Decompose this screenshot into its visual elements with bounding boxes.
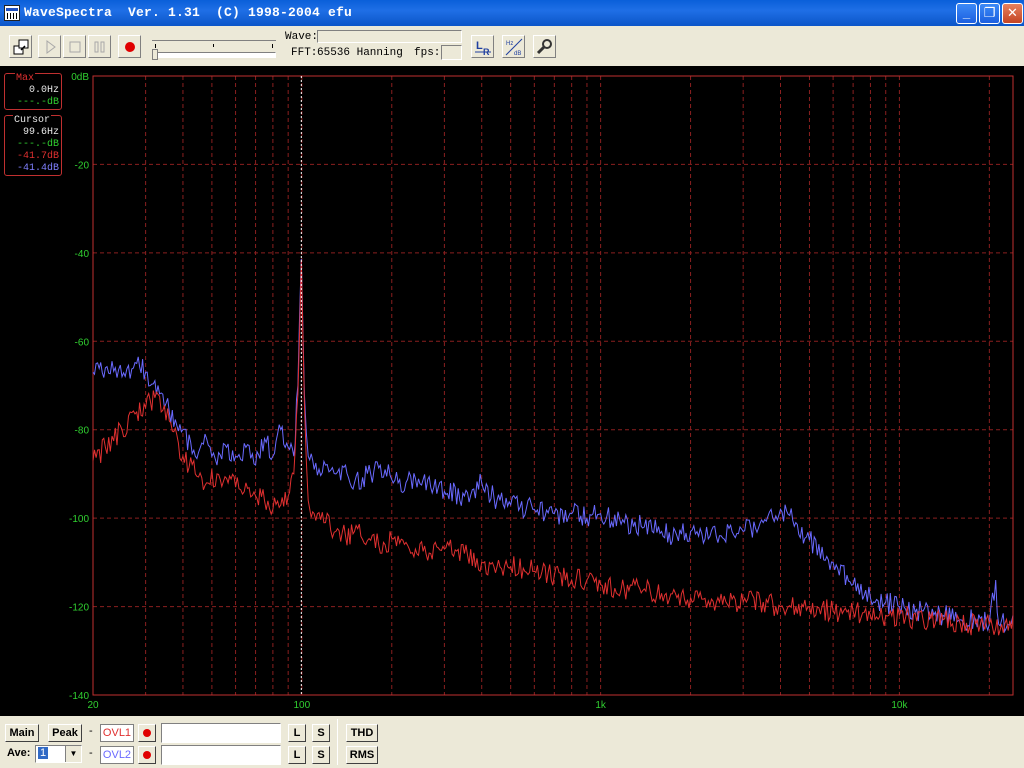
stop-button[interactable] — [63, 35, 86, 58]
slider-thumb[interactable] — [152, 49, 158, 60]
maximize-button[interactable]: ❐ — [979, 3, 1000, 24]
x-tick-label: 1k — [595, 700, 607, 711]
cursor-level-red: -41.7dB — [16, 151, 59, 162]
y-tick-label: -140 — [69, 691, 89, 702]
rms-button[interactable]: RMS — [346, 746, 378, 764]
l-button-1[interactable]: L — [288, 724, 306, 742]
cursor-level-green: ---.-dB — [16, 139, 59, 150]
y-tick-label: -100 — [69, 514, 89, 525]
thd-button[interactable]: THD — [346, 724, 378, 742]
svg-text:L: L — [476, 40, 483, 52]
toolbar: Wave: FFT: 65536 Hanning fps: L R Hz dB — [0, 26, 1024, 66]
max-readout: Max 0.0Hz ---.-dB — [4, 73, 62, 110]
ave-label: Ave: — [7, 747, 31, 759]
record-icon — [125, 42, 135, 52]
svg-text:Hz: Hz — [506, 41, 513, 47]
wave-field — [317, 30, 462, 43]
max-level: ---.-dB — [16, 97, 59, 108]
y-tick-label: -20 — [75, 160, 90, 171]
title-bar[interactable]: WaveSpectra Ver. 1.31 (C) 1998-2004 efu … — [0, 0, 1024, 26]
y-tick-label: -40 — [75, 249, 90, 260]
lr-channel-icon: L R — [475, 40, 491, 56]
minimize-button[interactable]: _ — [956, 3, 977, 24]
position-slider[interactable] — [152, 38, 276, 60]
close-button[interactable]: ✕ — [1002, 3, 1023, 24]
ch2-level-field[interactable] — [161, 745, 281, 765]
s-button-1[interactable]: S — [312, 724, 330, 742]
transfer-button[interactable] — [9, 35, 32, 58]
settings-wrench-icon — [536, 39, 552, 55]
series-line-2 — [92, 260, 1014, 636]
divider — [337, 719, 338, 765]
pause-icon — [94, 41, 105, 53]
max-freq: 0.0Hz — [28, 85, 59, 96]
hz-db-axis-button[interactable]: Hz dB — [502, 35, 525, 58]
record-button[interactable] — [118, 35, 141, 58]
y-tick-label: -120 — [69, 603, 89, 614]
fps-label: fps: — [414, 47, 441, 59]
s-button-2[interactable]: S — [312, 746, 330, 764]
peak-button[interactable]: Peak — [48, 724, 82, 742]
x-tick-label: 20 — [87, 700, 99, 711]
fft-value: 65536 Hanning — [317, 47, 403, 59]
hz-db-axis-icon: Hz dB — [505, 38, 523, 56]
fps-field — [441, 45, 462, 60]
record-ch1-button[interactable] — [138, 724, 156, 742]
transfer-icon — [13, 39, 29, 55]
record-ch2-button[interactable] — [138, 746, 156, 764]
lr-channel-button[interactable]: L R — [471, 35, 494, 58]
ave-select[interactable]: 1 ▼ — [35, 745, 82, 763]
y-tick-label: 0dB — [71, 72, 89, 83]
spectrum-chart[interactable]: 0dB -20 -40 -60 -80 -100 -120 -14020 100 1k 10k — [0, 66, 1024, 716]
dash-2: - — [89, 747, 93, 759]
ave-value: 1 — [38, 747, 49, 759]
window-title: WaveSpectra Ver. 1.31 (C) 1998-2004 efu — [24, 5, 353, 20]
cursor-freq: 99.6Hz — [22, 127, 59, 138]
play-icon — [46, 40, 56, 54]
dash-1: - — [89, 725, 93, 737]
cursor-title: Cursor — [13, 115, 52, 126]
max-title: Max — [15, 73, 36, 84]
bottom-panel: Main Peak - OVL1 L S THD RMS Ave: 1 ▼ - … — [0, 716, 1024, 768]
ovl2-indicator: OVL2 — [100, 746, 134, 764]
l-button-2[interactable]: L — [288, 746, 306, 764]
svg-text:dB: dB — [514, 51, 521, 56]
y-tick-label: -60 — [75, 337, 90, 348]
play-button[interactable] — [38, 35, 61, 58]
main-button[interactable]: Main — [5, 724, 39, 742]
x-tick-label: 100 — [293, 700, 310, 711]
spectrum-plot[interactable]: 0dB -20 -40 -60 -80 -100 -120 -140 20 100 1k 10k Ma… — [0, 66, 1024, 716]
fft-label: FFT: — [291, 47, 318, 59]
series-line-1 — [92, 258, 1014, 634]
x-tick-label: 10k — [891, 700, 908, 711]
settings-button[interactable] — [533, 35, 556, 58]
cursor-level-blue: -41.4dB — [16, 163, 59, 174]
y-tick-label: -80 — [75, 426, 90, 437]
cursor-readout: Cursor 99.6Hz ---.-dB -41.7dB -41.4dB — [4, 115, 62, 176]
app-icon[interactable] — [4, 5, 20, 21]
wave-label: Wave: — [285, 31, 319, 43]
chevron-down-icon[interactable]: ▼ — [65, 746, 81, 762]
pause-button[interactable] — [88, 35, 111, 58]
stop-icon — [69, 41, 81, 53]
ch1-level-field[interactable] — [161, 723, 281, 743]
ovl1-indicator: OVL1 — [100, 724, 134, 742]
